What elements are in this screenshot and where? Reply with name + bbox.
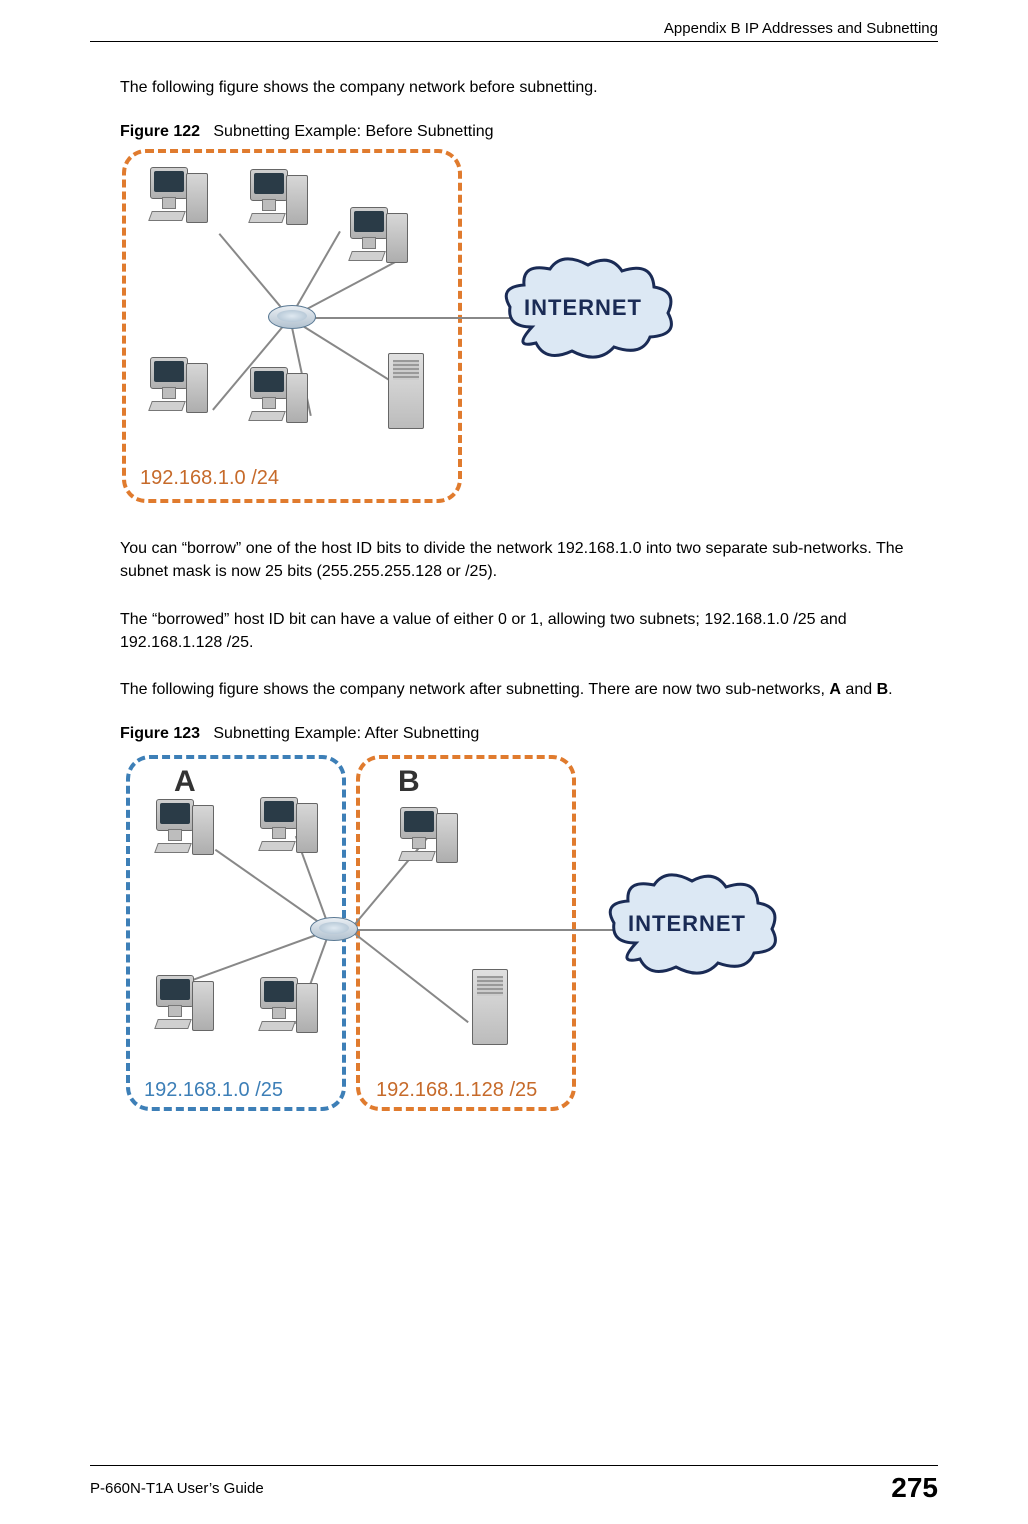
computer-icon bbox=[250, 367, 308, 429]
computer-icon bbox=[150, 167, 208, 229]
figure-122-title: Subnetting Example: Before Subnetting bbox=[213, 123, 493, 140]
computer-icon bbox=[350, 207, 408, 269]
router-icon bbox=[310, 917, 358, 941]
paragraph-4: The following figure shows the company n… bbox=[120, 678, 938, 701]
figure-123-caption: Figure 123 Subnetting Example: After Sub… bbox=[120, 725, 938, 743]
figure-122-diagram: 192.168.1.0 /24 INTERNET bbox=[120, 147, 680, 507]
subnet-a-ref: A bbox=[829, 681, 841, 698]
paragraph-4-pre: The following figure shows the company n… bbox=[120, 681, 829, 698]
subnet-b-cidr-label: 192.168.1.128 /25 bbox=[376, 1079, 537, 1102]
subnet-a-letter: A bbox=[174, 765, 196, 799]
figure-123-number: Figure 123 bbox=[120, 725, 200, 742]
internet-cloud-icon: INTERNET bbox=[606, 873, 780, 977]
computer-icon bbox=[250, 169, 308, 231]
subnet-b-ref: B bbox=[877, 681, 889, 698]
paragraph-1: The following figure shows the company n… bbox=[120, 76, 938, 99]
internet-label: INTERNET bbox=[628, 911, 746, 937]
figure-122-caption: Figure 122 Subnetting Example: Before Su… bbox=[120, 123, 938, 141]
link-to-internet bbox=[354, 929, 614, 931]
header-appendix-title: Appendix B IP Addresses and Subnetting bbox=[90, 20, 938, 37]
network-cidr-label: 192.168.1.0 /24 bbox=[140, 467, 279, 490]
computer-icon bbox=[150, 357, 208, 419]
subnet-a-cidr-label: 192.168.1.0 /25 bbox=[144, 1079, 283, 1102]
computer-icon bbox=[156, 975, 214, 1037]
footer-page-number: 275 bbox=[891, 1472, 938, 1504]
computer-icon bbox=[400, 807, 458, 869]
internet-cloud-icon: INTERNET bbox=[502, 257, 676, 361]
figure-123-diagram: A B 192.168.1.0 /25 192.168.1.128 /25 bbox=[120, 749, 780, 1129]
computer-icon bbox=[260, 797, 318, 859]
paragraph-4-post: . bbox=[888, 681, 892, 698]
link-to-internet bbox=[312, 317, 512, 319]
server-icon bbox=[472, 969, 508, 1045]
figure-123-title: Subnetting Example: After Subnetting bbox=[213, 725, 479, 742]
figure-122-number: Figure 122 bbox=[120, 123, 200, 140]
paragraph-4-mid: and bbox=[841, 681, 877, 698]
internet-label: INTERNET bbox=[524, 295, 642, 321]
page-footer: P-660N-T1A User’s Guide 275 bbox=[90, 1465, 938, 1504]
footer-rule bbox=[90, 1465, 938, 1466]
computer-icon bbox=[260, 977, 318, 1039]
computer-icon bbox=[156, 799, 214, 861]
subnet-b-box bbox=[356, 755, 576, 1111]
paragraph-3: The “borrowed” host ID bit can have a va… bbox=[120, 608, 938, 654]
footer-guide-title: P-660N-T1A User’s Guide bbox=[90, 1480, 264, 1497]
paragraph-2: You can “borrow” one of the host ID bits… bbox=[120, 537, 938, 583]
server-icon bbox=[388, 353, 424, 429]
subnet-b-letter: B bbox=[398, 765, 420, 799]
